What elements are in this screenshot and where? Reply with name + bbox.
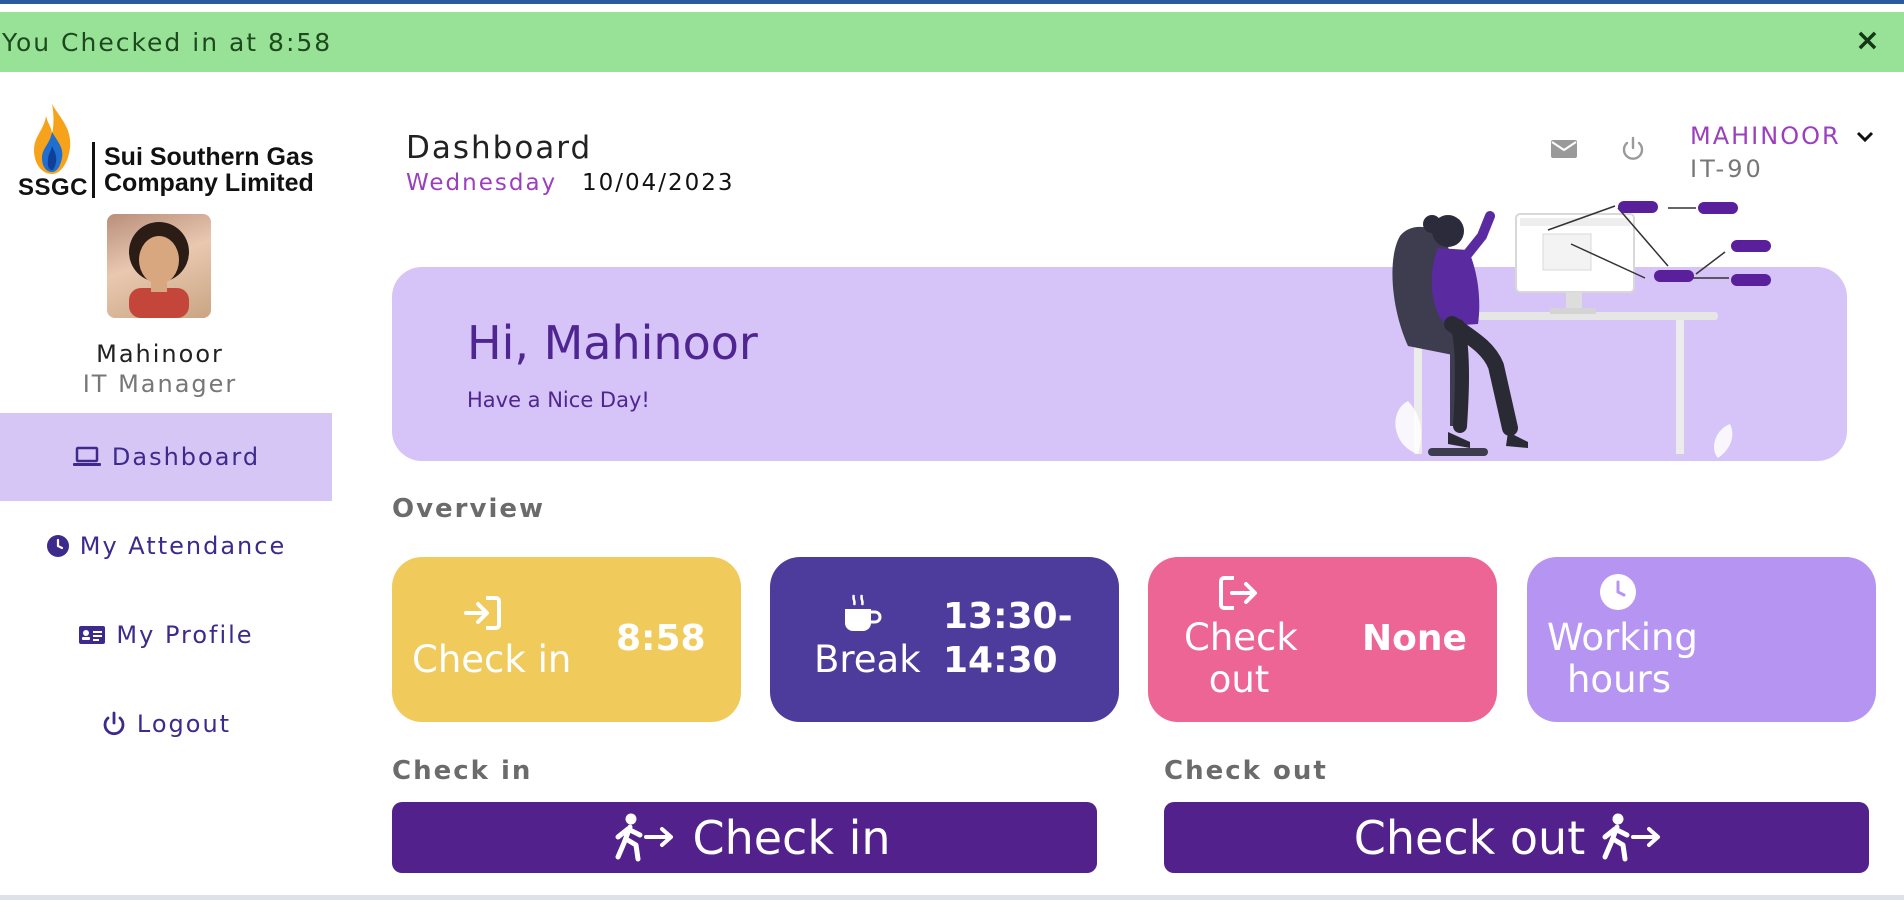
card-label: Check out (1184, 616, 1298, 701)
logo-divider (92, 142, 95, 198)
logo-abbr: SSGC (18, 174, 89, 201)
logo-company-name: Sui Southern Gas Company Limited (104, 144, 314, 196)
logo-name-line1: Sui Southern Gas (104, 143, 314, 171)
woman-at-desk-illustration (1392, 201, 1771, 458)
working-hours-card: Working hours (1527, 557, 1876, 722)
sidebar-item-dashboard[interactable]: Dashboard (0, 413, 332, 501)
sign-out-icon (1218, 575, 1258, 615)
sidebar-item-logout[interactable]: Logout (0, 680, 332, 768)
greeting: Hi, Mahinoor (467, 316, 758, 370)
card-label-line2: hours (1566, 658, 1672, 701)
checkin-button[interactable]: Check in (392, 802, 1097, 873)
sidebar-item-my-attendance[interactable]: My Attendance (0, 502, 332, 590)
card-value: 13:30- 14:30 (943, 595, 1073, 683)
power-icon[interactable] (1620, 136, 1646, 166)
checkin-heading: Check in (392, 756, 533, 786)
greeting-subtitle: Have a Nice Day! (467, 388, 650, 412)
avatar (107, 214, 211, 318)
alert-message: You Checked in at 8:58 (2, 27, 333, 57)
window-top-border (0, 0, 1904, 4)
sidebar-item-label: My Attendance (79, 532, 287, 560)
page-title: Dashboard (406, 130, 593, 166)
current-date: 10/04/2023 (582, 170, 735, 196)
card-label: Working hours (1547, 616, 1698, 701)
user-role: IT Manager (82, 370, 238, 398)
break-card: Break 13:30- 14:30 (770, 557, 1119, 722)
checkout-heading: Check out (1164, 756, 1328, 786)
clock-icon (1599, 573, 1637, 615)
break-start: 13:30- (943, 596, 1073, 637)
card-label-line2: out (1208, 658, 1270, 701)
user-menu-name: MAHINOOR (1690, 122, 1841, 150)
flame-logo-icon (34, 104, 71, 174)
sidebar-item-label: Logout (136, 710, 232, 738)
overview-heading: Overview (392, 494, 546, 524)
sidebar-item-label: My Profile (116, 621, 254, 649)
checkin-card: Check in 8:58 (392, 557, 741, 722)
card-label-line1: Working (1547, 616, 1698, 659)
walking-out-icon (1602, 813, 1661, 861)
checkout-button[interactable]: Check out (1164, 802, 1869, 873)
card-label: Break (814, 638, 921, 681)
break-end: 14:30 (943, 640, 1058, 681)
chevron-down-icon (1857, 131, 1874, 143)
close-icon[interactable]: × (1855, 26, 1880, 56)
checkout-button-label: Check out (1353, 810, 1586, 865)
card-label: Check in (412, 638, 572, 681)
current-day: Wednesday (406, 170, 558, 196)
sidebar-item-label: Dashboard (111, 443, 261, 471)
mail-icon[interactable] (1550, 138, 1578, 164)
power-icon (101, 711, 127, 737)
user-name: Mahinoor (96, 340, 224, 368)
card-label-line1: Check (1184, 616, 1298, 659)
card-value: 8:58 (616, 618, 706, 659)
sign-in-icon (462, 595, 502, 635)
clock-icon (46, 534, 70, 558)
user-menu-dropdown[interactable]: MAHINOOR (1690, 122, 1874, 150)
sidebar-item-my-profile[interactable]: My Profile (0, 591, 332, 679)
logo-name-line2: Company Limited (104, 169, 314, 197)
checkout-card: Check out None (1148, 557, 1497, 722)
checkin-alert: You Checked in at 8:58 × (0, 12, 1904, 72)
user-code: IT-90 (1690, 155, 1764, 183)
coffee-icon (842, 593, 882, 637)
id-card-icon (78, 624, 106, 646)
checkin-button-label: Check in (692, 810, 891, 865)
card-value: None (1362, 618, 1467, 659)
laptop-icon (72, 446, 102, 468)
walking-in-icon (615, 813, 674, 861)
bottom-divider (0, 895, 1904, 900)
